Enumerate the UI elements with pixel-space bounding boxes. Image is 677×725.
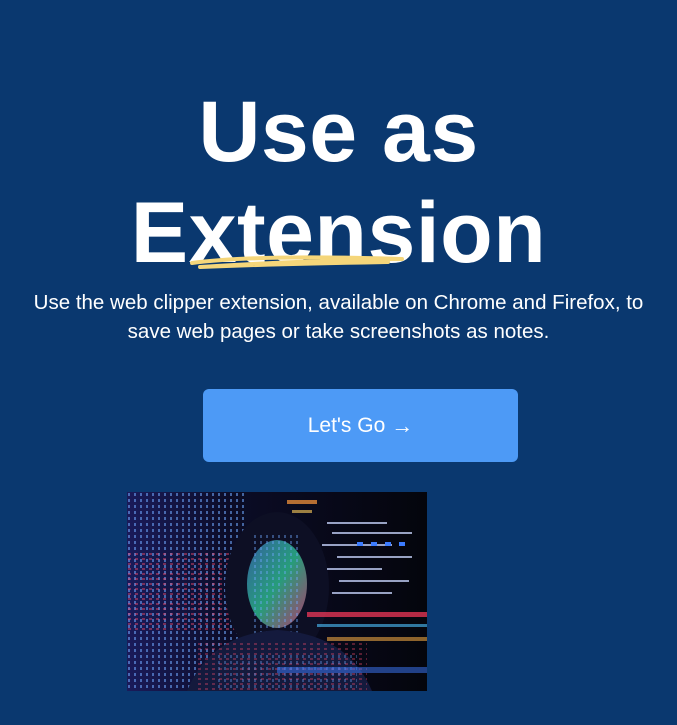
- code-projection-photo: [127, 492, 427, 691]
- hero-subtitle: Use the web clipper extension, available…: [33, 291, 644, 343]
- lets-go-label: Let's Go: [307, 413, 386, 437]
- lets-go-button[interactable]: Let's Go →: [203, 389, 518, 462]
- hero-image: [127, 492, 427, 691]
- hero-title-line-1: Use as: [198, 84, 479, 180]
- highlight-underline: [190, 255, 404, 269]
- arrow-right-icon: →: [391, 412, 414, 438]
